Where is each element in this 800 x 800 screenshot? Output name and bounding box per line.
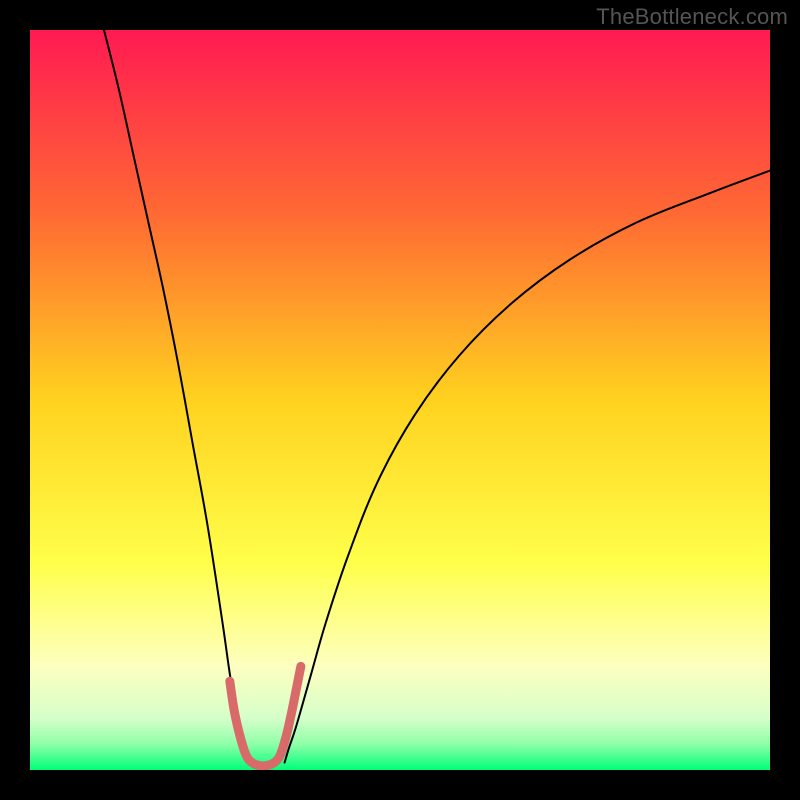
series-bottleneck-curve-left <box>104 30 249 763</box>
series-ideal-zone-u <box>230 666 301 766</box>
chart-curves <box>30 30 770 770</box>
series-bottleneck-curve-right <box>285 171 770 763</box>
plot-area <box>30 30 770 770</box>
watermark-text: TheBottleneck.com <box>596 4 788 30</box>
outer-frame: TheBottleneck.com <box>0 0 800 800</box>
